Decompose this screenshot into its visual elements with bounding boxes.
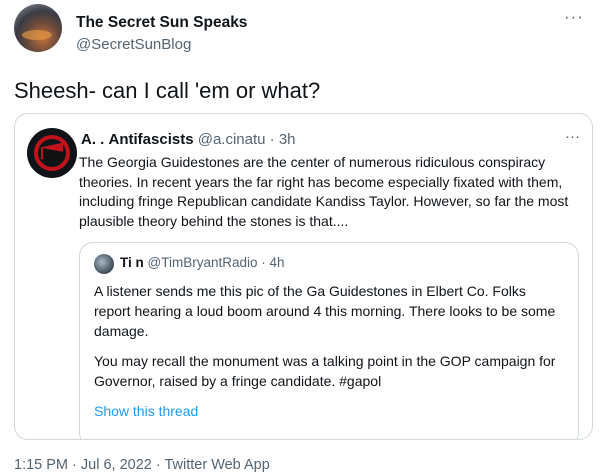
header-separator: · xyxy=(269,131,275,148)
show-thread-link[interactable]: Show this thread xyxy=(94,403,198,419)
author-avatar[interactable] xyxy=(14,4,62,52)
tweet-footer: 1:15 PM · Jul 6, 2022 · Twitter Web App xyxy=(14,457,270,473)
quoted-more-options-icon[interactable]: ··· xyxy=(565,129,580,144)
nested-tweet-header: Ti n @TimBryantRadio · 4h xyxy=(120,255,285,270)
tweet-text: Sheesh- can I call 'em or what? xyxy=(14,78,321,103)
footer-separator-2: · xyxy=(151,457,165,473)
quoted-tweet-text: The Georgia Guidestones are the center o… xyxy=(79,154,569,229)
more-options-icon[interactable]: ··· xyxy=(562,8,586,30)
author-handle[interactable]: @SecretSunBlog xyxy=(76,36,191,53)
tweet-date[interactable]: Jul 6, 2022 xyxy=(81,457,152,473)
quoted-author-avatar[interactable] xyxy=(27,128,77,178)
quoted-author-handle[interactable]: @a.cinatu xyxy=(198,131,266,148)
avatar-sunset-glow xyxy=(22,30,52,40)
footer-separator-1: · xyxy=(68,457,81,473)
nested-author-handle[interactable]: @TimBryantRadio xyxy=(148,255,258,270)
tweet-author-row: The Secret Sun Speaks @SecretSunBlog ··· xyxy=(14,4,586,62)
nested-author-avatar[interactable] xyxy=(94,254,114,274)
nested-quoted-tweet-card[interactable]: Ti n @TimBryantRadio · 4h A listener sen… xyxy=(79,242,579,439)
quoted-tweet-header: A. . Antifascists @a.cinatu · 3h xyxy=(81,131,296,148)
nested-header-separator: · xyxy=(261,255,266,270)
nested-tweet-time[interactable]: 4h xyxy=(270,255,285,270)
nested-author-name[interactable]: Ti n xyxy=(120,255,144,270)
quoted-author-name-prefix[interactable]: A. . xyxy=(81,131,104,148)
tweet-source[interactable]: Twitter Web App xyxy=(164,457,269,473)
nested-tweet-text-p1: A listener sends me this pic of the Ga G… xyxy=(94,283,556,339)
quoted-tweet-card[interactable]: A. . Antifascists @a.cinatu · 3h ··· The… xyxy=(14,113,593,440)
quoted-author-name[interactable]: Antifascists xyxy=(109,131,194,148)
nested-tweet-text-p2: You may recall the monument was a talkin… xyxy=(94,353,556,389)
tweet-time[interactable]: 1:15 PM xyxy=(14,457,68,473)
quoted-tweet-time[interactable]: 3h xyxy=(279,131,296,148)
author-name[interactable]: The Secret Sun Speaks xyxy=(76,14,247,32)
